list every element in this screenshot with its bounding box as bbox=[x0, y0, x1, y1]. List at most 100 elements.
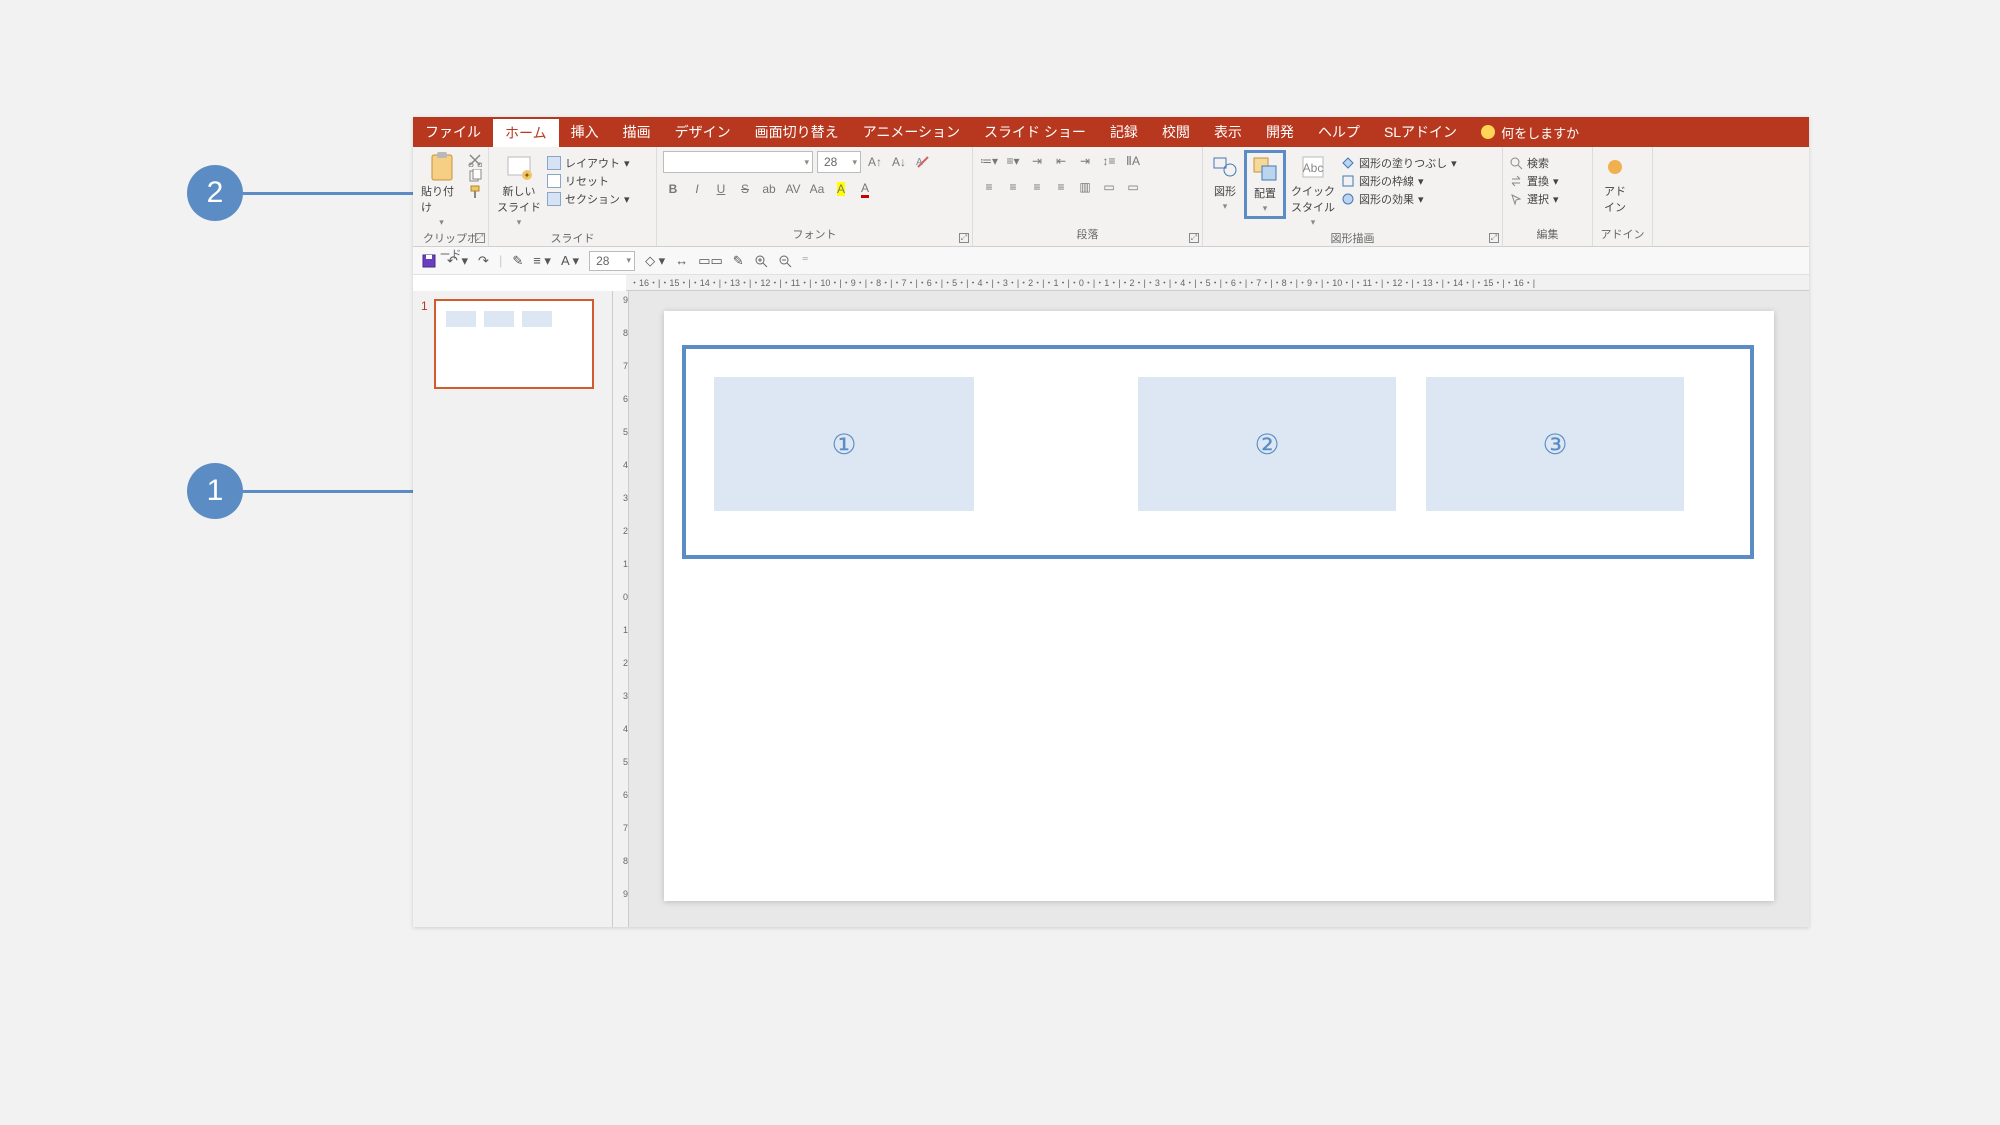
underline-button[interactable]: U bbox=[711, 179, 731, 199]
new-slide-button[interactable]: ✦ 新しい スライド ▾ bbox=[495, 151, 543, 230]
select-button[interactable]: 選択 ▾ bbox=[1509, 191, 1559, 207]
addin-icon bbox=[1601, 153, 1629, 181]
shape-1[interactable]: ① bbox=[714, 377, 974, 511]
paragraph-launcher[interactable]: ⤢ bbox=[1189, 233, 1199, 243]
strike-button[interactable]: S bbox=[735, 179, 755, 199]
quick-access-toolbar: ↶ ▾ ↷ | ✎ ≡ ▾ A ▾ 28 ◇ ▾ ↔ ▭▭ ✎ ⁼ bbox=[413, 247, 1809, 275]
text-direction-button[interactable]: ⅡA bbox=[1123, 151, 1143, 171]
qat-group[interactable]: ▭▭ bbox=[698, 253, 723, 269]
tab-view[interactable]: 表示 bbox=[1202, 117, 1254, 147]
shapes-gallery-button[interactable]: 図形▾ bbox=[1209, 151, 1241, 214]
align-right-button[interactable]: ≡ bbox=[1027, 177, 1047, 197]
group-slides-label: スライド bbox=[495, 230, 650, 248]
thumbnail-1[interactable]: 1 bbox=[421, 299, 604, 389]
font-color-button[interactable]: A bbox=[855, 179, 875, 199]
svg-text:Abc: Abc bbox=[1303, 161, 1324, 175]
addins-button[interactable]: アド イン bbox=[1599, 151, 1631, 217]
group-editing: 検索 置換 ▾ 選択 ▾ 編集 bbox=[1503, 147, 1593, 246]
cut-button[interactable] bbox=[468, 153, 482, 167]
char-spacing-button[interactable]: AV bbox=[783, 179, 803, 199]
justify-button[interactable]: ≡ bbox=[1051, 177, 1071, 197]
clear-format-button[interactable]: A bbox=[913, 152, 933, 172]
tell-me-search[interactable]: 何をしますか bbox=[1481, 123, 1579, 142]
highlight-button[interactable]: A bbox=[831, 179, 851, 199]
reset-button[interactable]: リセット bbox=[547, 173, 630, 189]
qat-connector[interactable]: ↔ bbox=[675, 253, 688, 268]
arrange-button[interactable]: 配置▾ bbox=[1245, 151, 1285, 218]
increase-indent-button[interactable]: ⇥ bbox=[1075, 151, 1095, 171]
decrease-font-button[interactable]: A↓ bbox=[889, 152, 909, 172]
shape-effects-button[interactable]: 図形の効果 ▾ bbox=[1341, 191, 1457, 207]
tab-review[interactable]: 校閲 bbox=[1150, 117, 1202, 147]
qat-zoom-in[interactable] bbox=[754, 254, 768, 268]
paste-button[interactable]: 貼り付け ▾ bbox=[419, 151, 464, 230]
align-center-button[interactable]: ≡ bbox=[1003, 177, 1023, 197]
tab-sl-addin[interactable]: SLアドイン bbox=[1372, 117, 1469, 147]
tab-slideshow[interactable]: スライド ショー bbox=[972, 117, 1098, 147]
columns-button[interactable]: ▥ bbox=[1075, 177, 1095, 197]
shadow-button[interactable]: ab bbox=[759, 179, 779, 199]
slide-canvas[interactable]: ① ② ③ bbox=[664, 311, 1774, 901]
line-spacing-button[interactable]: ↕≡ bbox=[1099, 151, 1119, 171]
qat-align[interactable]: ≡ ▾ bbox=[533, 253, 551, 269]
group-clipboard-label: クリップボード bbox=[419, 230, 482, 264]
tab-draw[interactable]: 描画 bbox=[611, 117, 663, 147]
align-text-button[interactable]: ▭ bbox=[1099, 177, 1119, 197]
slide-stage[interactable]: ① ② ③ bbox=[629, 291, 1809, 927]
align-left-button[interactable]: ≡ bbox=[979, 177, 999, 197]
tab-home[interactable]: ホーム bbox=[493, 117, 559, 147]
qat-shapes[interactable]: ◇ ▾ bbox=[645, 253, 665, 269]
tab-file[interactable]: ファイル bbox=[413, 117, 493, 147]
group-addins: アド イン アドイン bbox=[1593, 147, 1653, 246]
numbering-button[interactable]: ≡▾ bbox=[1003, 151, 1023, 171]
tab-transitions[interactable]: 画面切り替え bbox=[743, 117, 851, 147]
tab-insert[interactable]: 挿入 bbox=[559, 117, 611, 147]
tab-record[interactable]: 記録 bbox=[1098, 117, 1150, 147]
font-family-combo[interactable] bbox=[663, 151, 813, 173]
italic-button[interactable]: I bbox=[687, 179, 707, 199]
quick-styles-button[interactable]: Abc クイック スタイル▾ bbox=[1289, 151, 1337, 230]
shape-outline-button[interactable]: 図形の枠線 ▾ bbox=[1341, 173, 1457, 189]
qat-edit[interactable]: ✎ bbox=[733, 253, 744, 269]
copy-button[interactable] bbox=[468, 169, 482, 183]
section-icon bbox=[547, 192, 561, 206]
layout-button[interactable]: レイアウト ▾ bbox=[547, 155, 630, 171]
bullets-button[interactable]: ≔▾ bbox=[979, 151, 999, 171]
bold-button[interactable]: B bbox=[663, 179, 683, 199]
thumb-shape-2 bbox=[484, 311, 514, 327]
tab-design[interactable]: デザイン bbox=[663, 117, 743, 147]
qat-zoom-out[interactable] bbox=[778, 254, 792, 268]
thumb-shape-1 bbox=[446, 311, 476, 327]
svg-text:✦: ✦ bbox=[524, 171, 531, 180]
qat-font-color[interactable]: A ▾ bbox=[561, 253, 579, 269]
clipboard-launcher[interactable]: ⤢ bbox=[475, 233, 485, 243]
tab-animations[interactable]: アニメーション bbox=[851, 117, 972, 147]
smartart-button[interactable]: ▭ bbox=[1123, 177, 1143, 197]
list-level-button[interactable]: ⇥ bbox=[1027, 151, 1047, 171]
qat-font-size[interactable]: 28 bbox=[589, 251, 635, 271]
search-icon bbox=[1509, 156, 1523, 170]
shape-fill-button[interactable]: 図形の塗りつぶし ▾ bbox=[1341, 155, 1457, 171]
shape-2[interactable]: ② bbox=[1138, 377, 1396, 511]
drawing-launcher[interactable]: ⤢ bbox=[1489, 233, 1499, 243]
lightbulb-icon bbox=[1481, 125, 1495, 139]
font-size-combo[interactable]: 28 bbox=[817, 151, 861, 173]
tab-developer[interactable]: 開発 bbox=[1254, 117, 1306, 147]
tab-help[interactable]: ヘルプ bbox=[1306, 117, 1372, 147]
powerpoint-window: ファイル ホーム 挿入 描画 デザイン 画面切り替え アニメーション スライド … bbox=[413, 117, 1809, 927]
change-case-button[interactable]: Aa bbox=[807, 179, 827, 199]
ribbon-tab-bar: ファイル ホーム 挿入 描画 デザイン 画面切り替え アニメーション スライド … bbox=[413, 117, 1809, 147]
decrease-indent-button[interactable]: ⇤ bbox=[1051, 151, 1071, 171]
qat-customize[interactable]: ⁼ bbox=[802, 253, 809, 269]
arrange-icon bbox=[1251, 155, 1279, 183]
replace-button[interactable]: 置換 ▾ bbox=[1509, 173, 1559, 189]
find-button[interactable]: 検索 bbox=[1509, 155, 1559, 171]
font-launcher[interactable]: ⤢ bbox=[959, 233, 969, 243]
qat-format-painter[interactable]: ✎ bbox=[512, 253, 523, 269]
format-painter-button[interactable] bbox=[468, 185, 482, 199]
increase-font-button[interactable]: A↑ bbox=[865, 152, 885, 172]
shape-3[interactable]: ③ bbox=[1426, 377, 1684, 511]
section-button[interactable]: セクション ▾ bbox=[547, 191, 630, 207]
replace-icon bbox=[1509, 174, 1523, 188]
slide-thumbnails-pane[interactable]: 1 bbox=[413, 291, 613, 927]
